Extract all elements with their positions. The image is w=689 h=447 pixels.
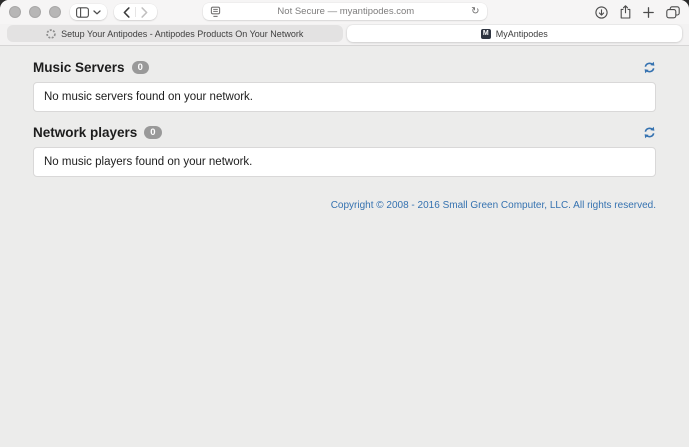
section-header: Music Servers 0 — [33, 60, 656, 75]
address-bar[interactable]: Not Secure — myantipodes.com ↻ — [203, 3, 487, 20]
section-title-text: Network players — [33, 125, 137, 140]
tab-title: MyAntipodes — [496, 29, 548, 39]
share-icon — [620, 5, 631, 19]
minimize-button[interactable] — [29, 6, 41, 18]
sidebar-control-group[interactable] — [70, 4, 107, 20]
tab-myantipodes[interactable]: M MyAntipodes — [347, 25, 683, 42]
network-players-section: Network players 0 No music player — [33, 125, 656, 177]
empty-state-panel: No music servers found on your network. — [33, 82, 656, 112]
music-servers-section: Music Servers 0 No music servers — [33, 60, 656, 112]
myantipodes-favicon: M — [481, 29, 491, 39]
empty-message: No music servers found on your network. — [44, 91, 253, 103]
share-button[interactable] — [620, 5, 631, 19]
section-header: Network players 0 — [33, 125, 656, 140]
forward-icon — [141, 7, 148, 18]
window-controls — [9, 6, 61, 18]
close-button[interactable] — [9, 6, 21, 18]
back-icon — [123, 7, 130, 18]
reload-icon[interactable]: ↻ — [471, 7, 479, 17]
tab-bar: Setup Your Antipodes - Antipodes Product… — [0, 24, 689, 46]
address-text[interactable]: Not Secure — myantipodes.com — [221, 6, 472, 17]
loading-spinner-icon — [46, 29, 56, 39]
browser-window: Not Secure — myantipodes.com ↻ — [0, 0, 689, 447]
copyright-text: Copyright © 2008 - 2016 Small Green Comp… — [33, 200, 656, 211]
page-settings-icon[interactable] — [210, 6, 221, 18]
section-title: Network players 0 — [33, 125, 162, 140]
section-title: Music Servers 0 — [33, 60, 149, 75]
page-content: Music Servers 0 No music servers — [0, 46, 689, 447]
refresh-icon — [643, 126, 656, 139]
refresh-music-servers-button[interactable] — [643, 61, 656, 74]
count-badge: 0 — [132, 61, 149, 75]
chevron-down-icon — [93, 10, 101, 15]
tab-overview-icon — [666, 6, 680, 19]
back-button[interactable] — [118, 5, 135, 19]
tab-overview-button[interactable] — [666, 6, 680, 19]
downloads-button[interactable] — [595, 6, 608, 19]
downloads-icon — [595, 6, 608, 19]
empty-message: No music players found on your network. — [44, 156, 252, 168]
count-badge: 0 — [144, 126, 161, 140]
browser-toolbar: Not Secure — myantipodes.com ↻ — [0, 0, 689, 24]
section-title-text: Music Servers — [33, 60, 125, 75]
sidebar-icon — [76, 7, 89, 18]
refresh-network-players-button[interactable] — [643, 126, 656, 139]
toolbar-right-actions — [595, 5, 680, 19]
refresh-icon — [643, 61, 656, 74]
empty-state-panel: No music players found on your network. — [33, 147, 656, 177]
tab-title: Setup Your Antipodes - Antipodes Product… — [61, 29, 303, 39]
new-tab-icon — [643, 7, 654, 18]
history-nav-group — [114, 4, 157, 20]
new-tab-button[interactable] — [643, 7, 654, 18]
forward-button[interactable] — [136, 5, 153, 19]
tab-setup-your-antipodes[interactable]: Setup Your Antipodes - Antipodes Product… — [7, 25, 343, 42]
zoom-button[interactable] — [49, 6, 61, 18]
